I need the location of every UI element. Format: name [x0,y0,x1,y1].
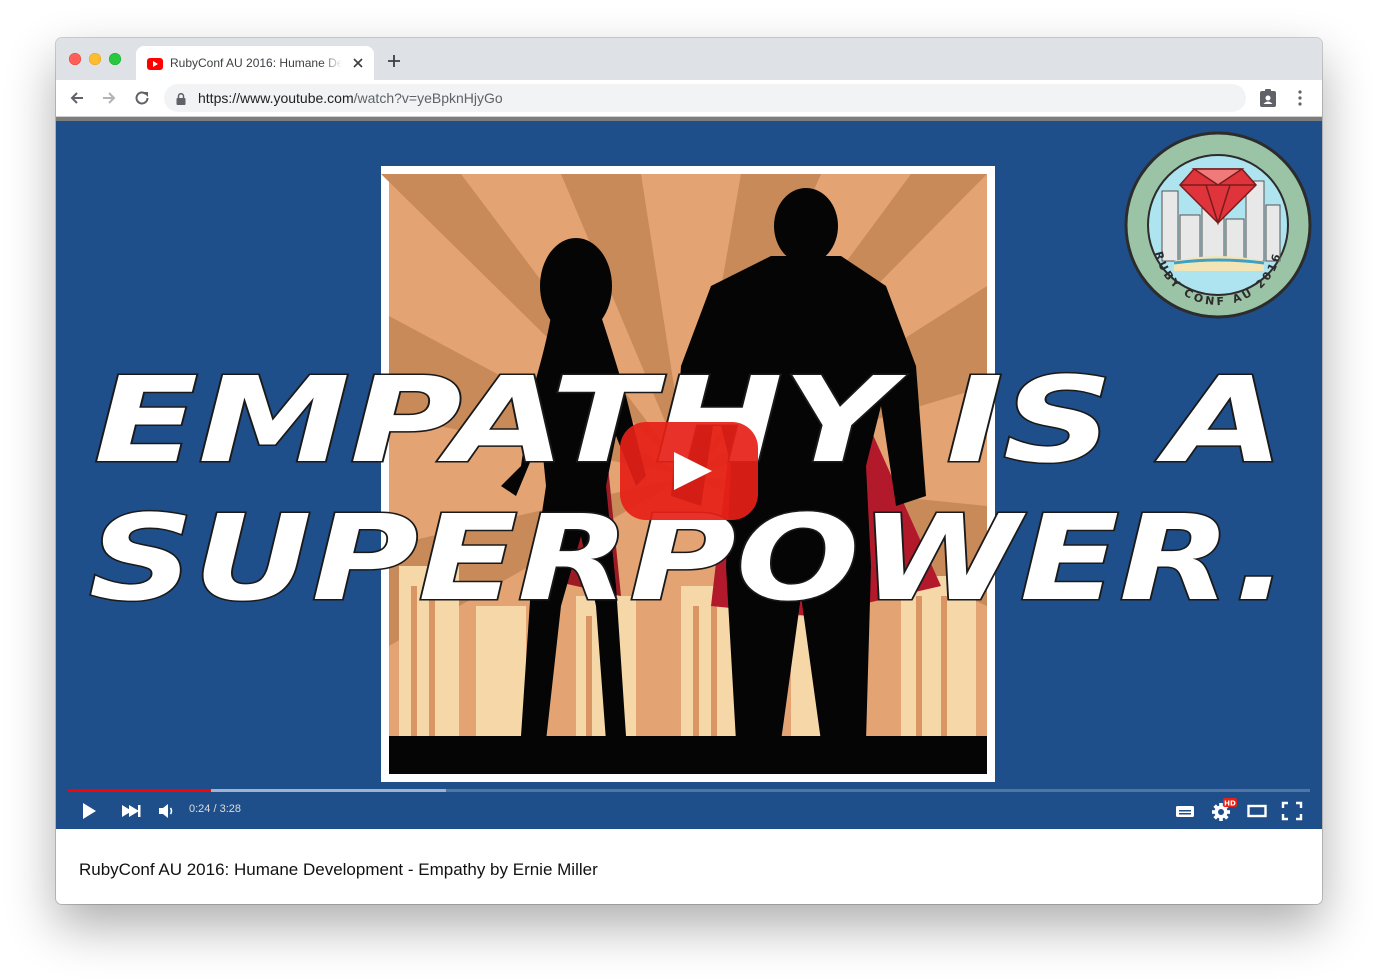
browser-window: RubyConf AU 2016: Humane Development - E… [56,38,1322,904]
youtube-icon [147,57,163,75]
browser-toolbar: https://www.youtube.com/watch?v=yeBpknHj… [56,80,1322,117]
theater-mode-icon[interactable] [1246,801,1268,826]
fullscreen-icon[interactable] [1281,801,1303,826]
progress-bar[interactable] [68,789,1310,792]
maximize-window-button[interactable] [109,53,121,65]
progress-played [68,789,211,792]
subtitles-icon[interactable] [1174,801,1196,826]
rubyconf-logo: RUBY CONF AU 2016 [1124,131,1312,319]
hd-badge: HD [1224,800,1236,808]
close-window-button[interactable] [69,53,81,65]
address-url[interactable]: https://www.youtube.com/watch?v=yeBpknHj… [198,90,503,106]
video-info: RubyConf AU 2016: Humane Development - E… [56,829,1322,904]
duration: 3:28 [219,803,242,815]
time-separator: / [210,803,220,815]
minimize-window-button[interactable] [89,53,101,65]
tab-strip: RubyConf AU 2016: Humane Development - E… [56,38,1322,80]
play-icon[interactable] [80,801,98,826]
time-display: 0:24 / 3:28 [189,803,241,815]
reload-icon[interactable] [132,88,152,108]
next-icon[interactable] [120,801,142,826]
arrow-left-icon[interactable] [67,88,87,108]
three-dots-vertical-icon[interactable] [1292,88,1308,108]
plus-icon[interactable] [386,53,402,69]
close-icon[interactable] [350,55,366,71]
url-path: /watch?v=yeBpknHjyGo [353,90,503,106]
url-host: https://www.youtube.com [198,90,354,106]
volume-icon[interactable] [157,801,177,826]
tab-title: RubyConf AU 2016: Humane Development - E… [170,56,342,70]
clipboard-person-icon[interactable] [1258,88,1278,108]
settings-icon[interactable]: HD [1210,797,1238,828]
address-bar[interactable]: https://www.youtube.com/watch?v=yeBpknHj… [164,84,1246,112]
video-player[interactable]: EMPATHY IS A SUPERPOWER. RUBY CONF AU 20… [56,121,1322,829]
video-title: RubyConf AU 2016: Humane Development - E… [79,860,598,879]
current-time: 0:24 [189,803,211,815]
arrow-right-icon[interactable] [99,88,119,108]
browser-tab[interactable]: RubyConf AU 2016: Humane Development - E… [136,46,374,80]
lock-icon[interactable] [176,92,186,110]
big-play-button[interactable] [620,422,758,520]
